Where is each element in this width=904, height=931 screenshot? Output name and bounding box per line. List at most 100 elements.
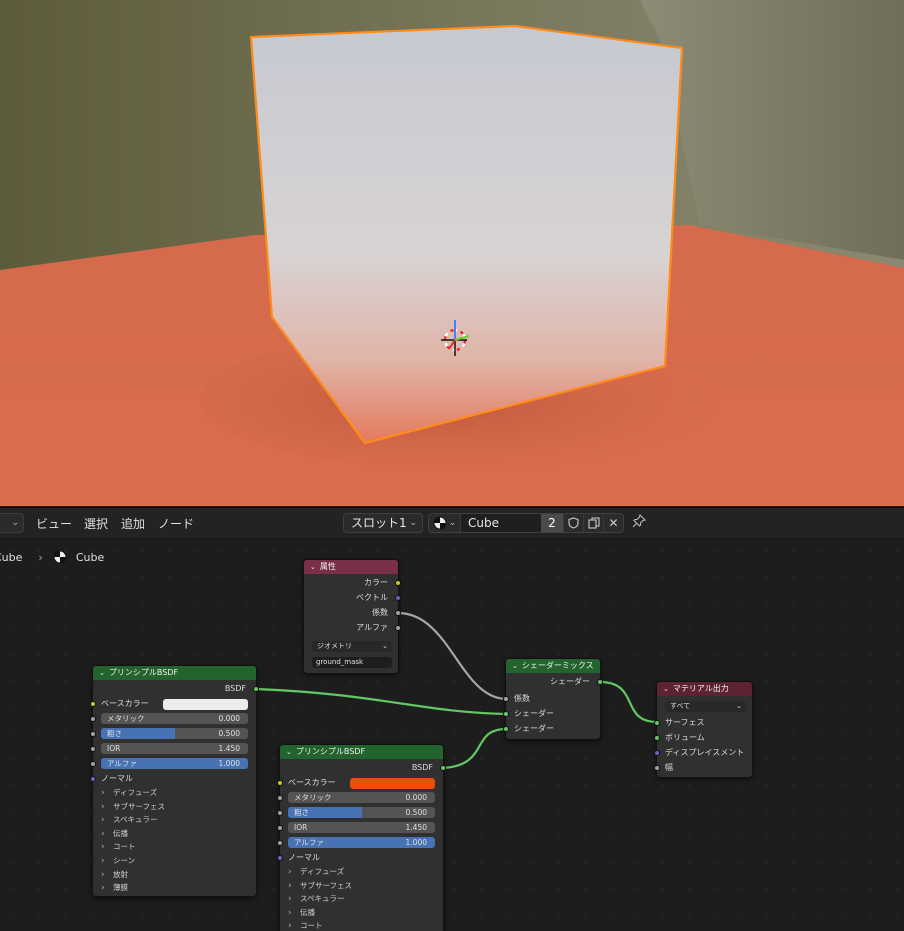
attribute-name-field[interactable]: ground_mask	[312, 657, 392, 668]
menu-node[interactable]: ノード	[158, 515, 194, 532]
input-shader-2-label: シェーダー	[514, 724, 554, 733]
chevron-down-icon: ⌄	[736, 702, 742, 710]
base-color-socket[interactable]	[90, 701, 96, 707]
base-color-swatch[interactable]	[163, 699, 248, 710]
viewport-render	[0, 0, 904, 506]
node-editor-header: ⌄ ビュー 選択 追加 ノード スロット1 ⌄ ⌄ Cube 2 ✕	[0, 507, 904, 537]
alpha-socket[interactable]	[90, 761, 96, 767]
panel-diffuse[interactable]: ディフューズ	[288, 866, 344, 877]
output-fac-label: 係数	[372, 608, 388, 617]
material-output-node[interactable]: ⌄ マテリアル出力 すべて ⌄ サーフェス ボリューム ディスプレイスメント 幅	[654, 681, 753, 778]
node-header[interactable]: ⌄ 属性	[304, 560, 398, 574]
chevron-down-icon: ⌄	[409, 518, 417, 528]
output-color-socket[interactable]	[395, 580, 401, 586]
material-sphere-icon	[433, 516, 447, 530]
unlink-close-icon[interactable]: ✕	[603, 514, 623, 532]
panel-transmission[interactable]: 伝播	[288, 907, 315, 918]
panel-specular[interactable]: スペキュラー	[288, 893, 344, 904]
panel-emission[interactable]: 放射	[101, 869, 128, 880]
node-title: シェーダーミックス	[521, 661, 594, 670]
input-fac-label: 係数	[514, 694, 530, 703]
alpha-socket[interactable]	[277, 840, 283, 846]
panel-coat[interactable]: コート	[101, 841, 136, 852]
alpha-field[interactable]: アルファ 1.000	[101, 758, 248, 769]
material-name-field[interactable]: Cube	[461, 514, 541, 532]
material-slot-dropdown[interactable]: スロット1 ⌄	[343, 513, 423, 533]
output-alpha-label: アルファ	[356, 623, 388, 632]
normal-label: ノーマル	[101, 774, 133, 783]
output-bsdf-socket[interactable]	[253, 686, 259, 692]
input-shader-1-label: シェーダー	[514, 709, 554, 718]
node-header[interactable]: ⌄ マテリアル出力	[657, 682, 752, 696]
duplicate-material-icon[interactable]	[583, 514, 603, 532]
input-volume-socket[interactable]	[654, 735, 660, 741]
normal-socket[interactable]	[277, 855, 283, 861]
output-bsdf-label: BSDF	[224, 684, 246, 693]
panel-transmission[interactable]: 伝播	[101, 828, 128, 839]
link-fac	[397, 611, 507, 701]
principled-bsdf-node-2[interactable]: ⌄ プリンシプルBSDF BSDF ベースカラー メタリック 0.000 粗さ 0.5…	[277, 744, 446, 931]
panel-specular[interactable]: スペキュラー	[101, 814, 157, 825]
ior-field[interactable]: IOR 1.450	[288, 822, 435, 833]
output-bsdf-socket[interactable]	[440, 765, 446, 771]
output-target-dropdown[interactable]: すべて ⌄	[665, 701, 746, 712]
panel-subsurface[interactable]: サブサーフェス	[101, 801, 165, 812]
base-color-swatch[interactable]	[350, 778, 435, 789]
browse-material-button[interactable]: ⌄	[429, 514, 461, 532]
menu-view[interactable]: ビュー	[36, 515, 72, 532]
roughness-field[interactable]: 粗さ 0.500	[101, 728, 248, 739]
ior-field[interactable]: IOR 1.450	[101, 743, 248, 754]
user-count-button[interactable]: 2	[541, 514, 563, 532]
panel-diffuse[interactable]: ディフューズ	[101, 787, 157, 798]
panel-thin-film[interactable]: 薄膜	[101, 882, 128, 893]
link-bsdf2-shader	[441, 727, 507, 770]
panel-coat[interactable]: コート	[288, 920, 323, 931]
node-header[interactable]: ⌄ プリンシプルBSDF	[93, 666, 256, 680]
input-surface-socket[interactable]	[654, 720, 660, 726]
attribute-type-dropdown[interactable]: ジオメトリ ⌄	[312, 641, 392, 652]
metallic-field[interactable]: メタリック 0.000	[288, 792, 435, 803]
normal-label: ノーマル	[288, 853, 320, 862]
output-alpha-socket[interactable]	[395, 625, 401, 631]
input-shader-1-socket[interactable]	[503, 711, 509, 717]
input-displacement-socket[interactable]	[654, 750, 660, 756]
menu-select[interactable]: 選択	[84, 515, 108, 532]
input-volume-label: ボリューム	[665, 733, 705, 742]
node-editor-canvas[interactable]: Cube › Cube ⌄属性 カラー ベクトル 係数 アルファ ジオメトリ⌄ …	[0, 538, 904, 931]
ior-socket[interactable]	[90, 746, 96, 752]
pin-icon[interactable]	[632, 513, 647, 532]
input-shader-2-socket[interactable]	[503, 726, 509, 732]
3d-viewport[interactable]	[0, 0, 904, 506]
input-thickness-socket[interactable]	[654, 765, 660, 771]
normal-socket[interactable]	[90, 776, 96, 782]
metallic-socket[interactable]	[277, 795, 283, 801]
principled-bsdf-node-1[interactable]: ⌄ プリンシプルBSDF BSDF ベースカラー メタリック 0.000 粗さ 0.5…	[90, 665, 259, 897]
base-color-socket[interactable]	[277, 780, 283, 786]
node-header[interactable]: ⌄ プリンシプルBSDF	[280, 745, 443, 759]
output-shader-label: シェーダー	[550, 677, 590, 686]
metallic-field[interactable]: メタリック 0.000	[101, 713, 248, 724]
chevron-down-icon: ⌄	[11, 518, 19, 528]
editor-type-dropdown[interactable]: ⌄	[0, 513, 24, 533]
panel-sheen[interactable]: シーン	[101, 855, 135, 866]
ior-socket[interactable]	[277, 825, 283, 831]
output-vector-label: ベクトル	[356, 593, 388, 602]
panel-subsurface[interactable]: サブサーフェス	[288, 880, 352, 891]
node-title: 属性	[319, 562, 336, 571]
input-fac-socket[interactable]	[503, 696, 509, 702]
output-shader-socket[interactable]	[597, 679, 603, 685]
roughness-socket[interactable]	[90, 731, 96, 737]
node-title: プリンシプルBSDF	[108, 668, 179, 677]
menu-add[interactable]: 追加	[121, 515, 145, 532]
alpha-field[interactable]: アルファ 1.000	[288, 837, 435, 848]
roughness-socket[interactable]	[277, 810, 283, 816]
attribute-node[interactable]: ⌄ 属性 カラー ベクトル 係数 アルファ ジオメトリ ⌄ ground_mask	[303, 559, 401, 674]
roughness-field[interactable]: 粗さ 0.500	[288, 807, 435, 818]
metallic-socket[interactable]	[90, 716, 96, 722]
fake-user-shield-icon[interactable]	[563, 514, 583, 532]
input-thickness-label: 幅	[665, 763, 673, 772]
node-header[interactable]: ⌄ シェーダーミックス	[506, 659, 600, 673]
output-fac-socket[interactable]	[395, 610, 401, 616]
output-vector-socket[interactable]	[395, 595, 401, 601]
mix-shader-node[interactable]: ⌄ シェーダーミックス シェーダー 係数 シェーダー シェーダー	[503, 658, 603, 740]
